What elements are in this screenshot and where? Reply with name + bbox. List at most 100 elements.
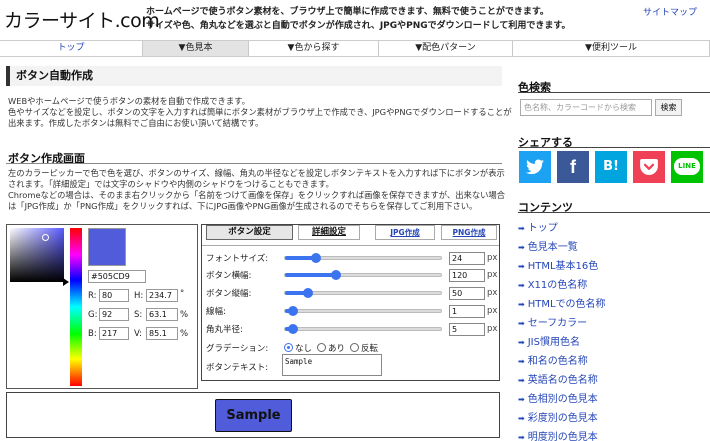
font-size-slider-thumb[interactable] bbox=[311, 253, 321, 263]
twitter-share-icon[interactable] bbox=[519, 151, 551, 183]
tab-advanced-settings[interactable]: 詳細設定 bbox=[298, 225, 360, 240]
tagline-1: ホームページで使うボタン素材を、ブラウザ上で簡単に作成できます、無料で使うことが… bbox=[146, 7, 549, 17]
h-unit: ° bbox=[180, 289, 185, 299]
s-unit: % bbox=[180, 310, 189, 320]
contents-link-hue[interactable]: ➡ 色相別の色見本 bbox=[518, 390, 598, 405]
nav-color-samples[interactable]: ▼色見本 bbox=[142, 41, 248, 56]
share-divider bbox=[518, 147, 710, 148]
selected-color-swatch bbox=[88, 228, 126, 266]
sv-cursor[interactable] bbox=[42, 234, 49, 241]
gradation-radio-reverse[interactable] bbox=[350, 343, 359, 352]
preview-area: Sample bbox=[6, 392, 500, 438]
contents-link-safe-colors[interactable]: ➡ セーフカラー bbox=[518, 314, 587, 329]
screen-title-underline bbox=[6, 163, 502, 164]
gradation-radio-none[interactable] bbox=[284, 343, 293, 352]
font-size-label: フォントサイズ: bbox=[206, 254, 269, 264]
nav-search-by-color[interactable]: ▼色から探す bbox=[248, 41, 378, 56]
s-label: S: bbox=[134, 310, 143, 320]
font-size-unit: px bbox=[487, 253, 498, 263]
png-create-button[interactable]: PNG作成 bbox=[441, 225, 497, 240]
button-text-label: ボタンテキスト: bbox=[206, 363, 269, 373]
screen-line-3: Chromeなどの場合は、そのまま右クリックから「名前をつけて画像を保存」をクリ… bbox=[8, 190, 506, 200]
contents-link-color-list[interactable]: ➡ 色見本一覧 bbox=[518, 238, 578, 253]
sitemap-link[interactable]: サイトマップ bbox=[643, 5, 697, 18]
contents-link-html16[interactable]: ➡ HTML基本16色 bbox=[518, 257, 598, 272]
width-input[interactable]: 120 bbox=[449, 269, 485, 282]
color-picker: #505CD9 R: 80 H: 234.7 ° G: 92 S: 63.1 %… bbox=[6, 224, 198, 389]
r-label: R: bbox=[88, 291, 97, 301]
nav-color-patterns[interactable]: ▼配色パターン bbox=[378, 41, 512, 56]
contents-link-english-names[interactable]: ➡ 英語名の色名称 bbox=[518, 371, 598, 386]
screen-line-4: は「JPG作成」か「PNG作成」をクリックすれば、下にJPG画像やPNG画像が生… bbox=[8, 201, 478, 211]
main-nav: トップ ▼色見本 ▼色から探す ▼配色パターン ▼便利ツール bbox=[0, 40, 710, 57]
section-title-button-creator: ボタン自動作成 bbox=[6, 66, 502, 86]
font-size-input[interactable]: 24 bbox=[449, 252, 485, 265]
g-input[interactable]: 92 bbox=[99, 308, 129, 321]
radius-slider[interactable] bbox=[284, 324, 442, 334]
intro-line-1: WEBやホームページで使うボタンの素材を自動で作成できます。 bbox=[8, 96, 250, 106]
settings-panel: ボタン設定 詳細設定 JPG作成 PNG作成 フォントサイズ: 24 px ボタ… bbox=[201, 224, 500, 381]
border-width-slider[interactable] bbox=[284, 306, 442, 316]
radius-input[interactable]: 5 bbox=[449, 323, 485, 336]
nav-top[interactable]: トップ bbox=[0, 41, 142, 56]
border-width-label: 線幅: bbox=[206, 307, 226, 317]
site-logo[interactable]: カラーサイト.com bbox=[4, 6, 160, 33]
width-unit: px bbox=[487, 270, 498, 280]
width-label: ボタン横幅: bbox=[206, 271, 252, 281]
height-slider-thumb[interactable] bbox=[303, 288, 313, 298]
contents-link-html-names[interactable]: ➡ HTMLでの色名称 bbox=[518, 295, 606, 310]
border-width-slider-thumb[interactable] bbox=[288, 306, 298, 316]
g-label: G: bbox=[88, 310, 98, 320]
contents-link-jis[interactable]: ➡ JIS慣用色名 bbox=[518, 333, 580, 348]
contents-divider bbox=[518, 212, 710, 213]
gradation-radio-on[interactable] bbox=[317, 343, 326, 352]
gradation-label: グラデーション: bbox=[206, 344, 269, 354]
facebook-share-icon[interactable]: f bbox=[557, 151, 589, 183]
contents-link-japanese-names[interactable]: ➡ 和名の色名称 bbox=[518, 352, 588, 367]
tagline-2: サイズや色、角丸などを選ぶと自動でボタンが作成され、JPGやPNGでダウンロード… bbox=[146, 21, 571, 31]
intro-line-3: 出来ます。作成したボタンは無料でご自由にお使い頂いて結構です。 bbox=[8, 118, 264, 128]
hue-slider[interactable] bbox=[70, 228, 82, 386]
contents-link-brightness[interactable]: ➡ 明度別の色見本 bbox=[518, 428, 598, 441]
intro-line-2: 色やサイズなどを設定し、ボタンの文字を入力すれば簡単にボタン素材がブラウザ上で作… bbox=[8, 107, 512, 117]
radius-unit: px bbox=[487, 324, 498, 334]
color-search-input[interactable]: 色名称、カラーコードから検索 bbox=[520, 99, 652, 116]
jpg-create-button[interactable]: JPG作成 bbox=[375, 225, 435, 240]
line-logo-label: LINE bbox=[674, 158, 700, 175]
color-search-button[interactable]: 検索 bbox=[655, 99, 682, 116]
h-label: H: bbox=[134, 291, 144, 301]
screen-line-1: 左のカラーピッカーで色で色を選び、ボタンのサイズ、線幅、角丸の半径などを設定しボ… bbox=[8, 168, 505, 178]
saturation-value-area[interactable] bbox=[10, 228, 64, 282]
button-text-input[interactable]: Sample bbox=[282, 354, 382, 376]
sample-button-preview[interactable]: Sample bbox=[215, 399, 292, 432]
pocket-share-icon[interactable] bbox=[633, 151, 665, 183]
hatena-share-icon[interactable]: B! bbox=[595, 151, 627, 183]
hue-arrow-icon[interactable] bbox=[63, 278, 69, 286]
height-unit: px bbox=[487, 288, 498, 298]
width-slider[interactable] bbox=[284, 270, 442, 280]
width-slider-thumb[interactable] bbox=[331, 270, 341, 280]
v-input[interactable]: 85.1 bbox=[146, 327, 178, 340]
contents-link-top[interactable]: ➡ トップ bbox=[518, 219, 558, 234]
border-width-input[interactable]: 1 bbox=[449, 305, 485, 318]
border-width-unit: px bbox=[487, 306, 498, 316]
v-label: V: bbox=[134, 329, 142, 339]
hex-input[interactable]: #505CD9 bbox=[88, 270, 146, 283]
b-input[interactable]: 217 bbox=[99, 327, 129, 340]
height-input[interactable]: 50 bbox=[449, 287, 485, 300]
font-size-slider[interactable] bbox=[284, 253, 442, 263]
contents-link-x11[interactable]: ➡ X11の色名称 bbox=[518, 276, 587, 291]
b-label: B: bbox=[88, 329, 97, 339]
h-input[interactable]: 234.7 bbox=[146, 289, 178, 302]
r-input[interactable]: 80 bbox=[99, 289, 129, 302]
height-slider[interactable] bbox=[284, 288, 442, 298]
gradation-option-reverse: 反転 bbox=[361, 344, 379, 354]
gradation-option-on: あり bbox=[328, 344, 346, 354]
radius-slider-thumb[interactable] bbox=[288, 324, 298, 334]
contents-link-saturation[interactable]: ➡ 彩度別の色見本 bbox=[518, 409, 598, 424]
s-input[interactable]: 63.1 bbox=[146, 308, 178, 321]
gradation-option-none: なし bbox=[295, 344, 313, 354]
tab-button-settings[interactable]: ボタン設定 bbox=[206, 225, 293, 240]
line-share-icon[interactable]: LINE bbox=[671, 151, 703, 183]
nav-tools[interactable]: ▼便利ツール bbox=[512, 41, 710, 56]
